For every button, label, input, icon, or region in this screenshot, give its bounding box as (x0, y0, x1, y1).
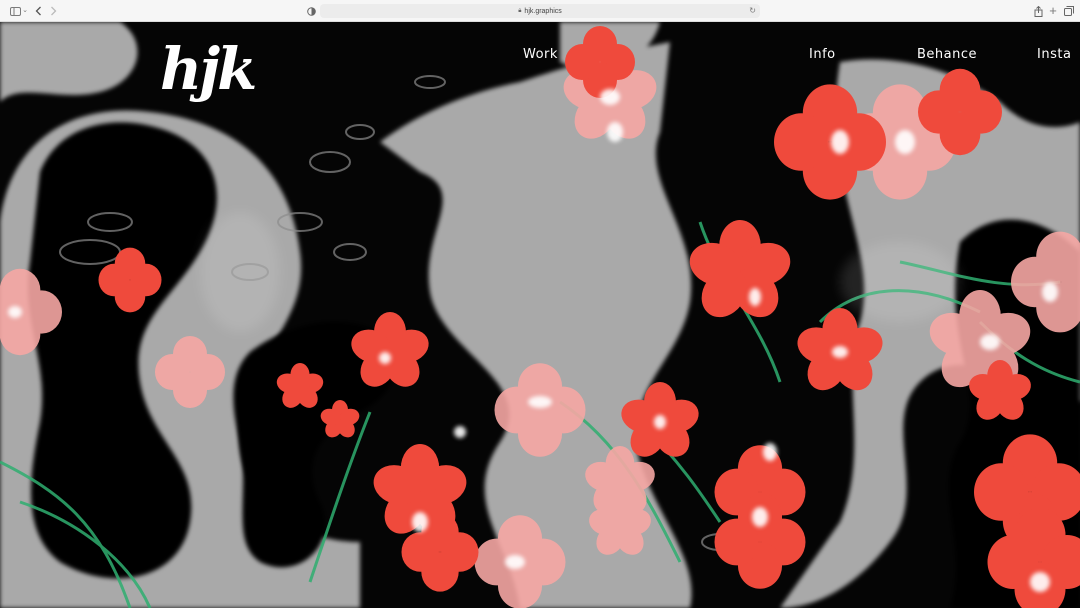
url-text: hjk.graphics (524, 7, 562, 15)
site-logo[interactable]: hjk (160, 40, 257, 98)
sidebar-icon[interactable] (8, 4, 22, 18)
nav-work-link[interactable]: Work (523, 47, 558, 62)
plus-icon[interactable]: + (1047, 4, 1059, 18)
chevron-down-icon[interactable]: ⌄ (21, 4, 29, 18)
nav-behance-link[interactable]: Behance (917, 47, 977, 62)
shield-icon[interactable] (306, 4, 316, 18)
browser-toolbar: ⌄ 🔒︎ hjk.graphics ↻ + (0, 0, 1080, 22)
back-arrow-icon[interactable] (33, 4, 43, 18)
share-icon[interactable] (1032, 4, 1044, 18)
lock-icon: 🔒︎ (518, 7, 522, 14)
tab-overview-icon[interactable] (1063, 4, 1075, 18)
nav-insta-link[interactable]: Insta (1037, 47, 1071, 62)
address-bar[interactable]: 🔒︎ hjk.graphics ↻ (320, 4, 760, 18)
hero-artwork: hjk Work Info Behance Insta (0, 22, 1080, 608)
forward-arrow-icon[interactable] (48, 4, 58, 18)
reload-icon[interactable]: ↻ (749, 4, 756, 18)
hero-illustration (0, 22, 1080, 608)
nav-info-link[interactable]: Info (809, 47, 836, 62)
